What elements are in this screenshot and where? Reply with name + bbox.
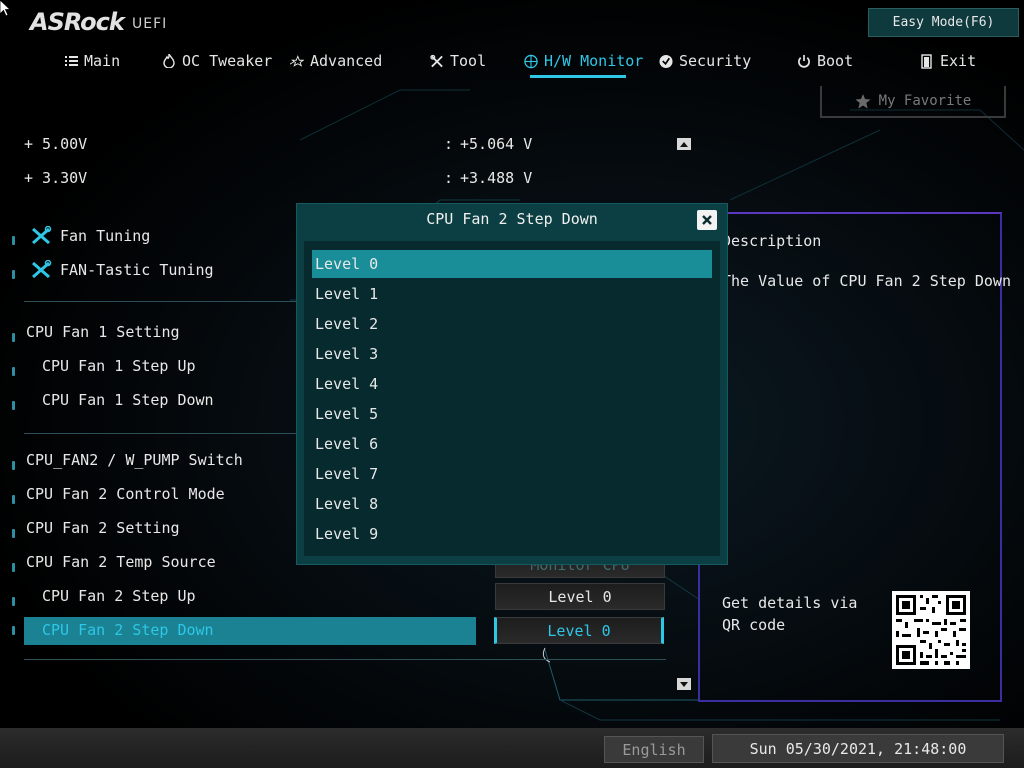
row-marker xyxy=(12,495,15,504)
tab-security[interactable]: Security xyxy=(659,50,751,72)
option-level-8[interactable]: Level 8 xyxy=(312,490,712,518)
dialog-title: CPU Fan 2 Step Down xyxy=(426,210,598,228)
tab-tool[interactable]: Tool xyxy=(430,50,486,72)
my-favorite-label: My Favorite xyxy=(878,93,972,109)
wrench-icon xyxy=(32,226,52,245)
voltage-5v-label: + 5.00V xyxy=(24,135,88,153)
tools-icon xyxy=(430,54,444,68)
tab-main-label: Main xyxy=(84,52,121,70)
cpu-fan2-temp-source[interactable]: CPU Fan 2 Temp Source xyxy=(26,553,216,571)
star-icon xyxy=(855,93,871,108)
cpu-fan2-setting[interactable]: CPU Fan 2 Setting xyxy=(26,519,180,537)
brand-logo: ASRock xyxy=(30,8,125,36)
option-level-4[interactable]: Level 4 xyxy=(312,370,712,398)
voltage-5v-value: +5.064 V xyxy=(460,135,533,153)
voltage-3v3-label: + 3.30V xyxy=(24,169,88,187)
row-marker xyxy=(12,461,15,470)
step-up-value[interactable]: Level 0 xyxy=(495,583,665,610)
fantastic-tuning-label: FAN-Tastic Tuning xyxy=(60,261,214,279)
close-icon[interactable] xyxy=(697,210,717,230)
row-marker xyxy=(12,529,15,538)
fan-tuning-label: Fan Tuning xyxy=(60,227,151,245)
fantastic-tuning-item[interactable]: FAN-Tastic Tuning xyxy=(30,260,214,280)
shield-icon xyxy=(659,54,673,68)
tab-tool-label: Tool xyxy=(450,52,487,70)
active-tab-indicator xyxy=(530,75,626,78)
qr-code xyxy=(892,591,970,669)
wrench-icon xyxy=(32,260,52,279)
cpu-fan1-setting[interactable]: CPU Fan 1 Setting xyxy=(26,323,180,341)
tab-exit[interactable]: Exit xyxy=(920,50,976,72)
tab-advanced[interactable]: Advanced xyxy=(290,50,382,72)
row-marker xyxy=(12,367,15,376)
exit-icon xyxy=(920,53,934,69)
divider xyxy=(24,433,296,434)
option-level-9[interactable]: Level 9 xyxy=(312,520,712,548)
divider xyxy=(24,301,296,302)
row-marker xyxy=(12,401,15,410)
description-title: Description xyxy=(722,232,822,250)
tab-hw-monitor[interactable]: H/W Monitor xyxy=(524,50,643,72)
tab-oc-tweaker[interactable]: OC Tweaker xyxy=(162,50,272,72)
brand-logo-sub: UEFI xyxy=(132,16,168,32)
list-icon xyxy=(64,54,78,68)
cpu-fan2-pump-switch[interactable]: CPU_FAN2 / W_PUMP Switch xyxy=(26,451,243,469)
flame-icon xyxy=(162,54,176,68)
tab-oc-tweaker-label: OC Tweaker xyxy=(182,52,273,70)
option-level-2[interactable]: Level 2 xyxy=(312,310,712,338)
row-marker xyxy=(12,270,15,279)
option-level-6[interactable]: Level 6 xyxy=(312,430,712,458)
cpu-fan2-step-down[interactable]: CPU Fan 2 Step Down xyxy=(42,621,214,639)
voltage-3v3-sep: : xyxy=(444,169,454,187)
my-favorite-button[interactable]: My Favorite xyxy=(820,86,1006,118)
tab-hw-monitor-label: H/W Monitor xyxy=(544,52,644,70)
tab-boot-label: Boot xyxy=(817,52,854,70)
row-marker xyxy=(12,333,15,342)
cpu-fan1-step-down[interactable]: CPU Fan 1 Step Down xyxy=(42,391,214,409)
star-icon xyxy=(290,54,304,68)
step-down-value[interactable]: Level 0 xyxy=(494,617,664,644)
cpu-fan2-step-up[interactable]: CPU Fan 2 Step Up xyxy=(42,587,196,605)
scroll-up-arrow-icon[interactable] xyxy=(677,138,691,150)
cpu-fan1-step-up[interactable]: CPU Fan 1 Step Up xyxy=(42,357,196,375)
cpu-fan2-control-mode[interactable]: CPU Fan 2 Control Mode xyxy=(26,485,225,503)
tab-security-label: Security xyxy=(679,52,752,70)
tab-main[interactable]: Main xyxy=(64,50,120,72)
qr-code-icon xyxy=(896,595,966,665)
description-text: The Value of CPU Fan 2 Step Down xyxy=(722,272,1011,290)
row-marker xyxy=(12,563,15,572)
tab-advanced-label: Advanced xyxy=(310,52,383,70)
easy-mode-button[interactable]: Easy Mode(F6) xyxy=(868,8,1019,37)
option-level-0[interactable]: Level 0 xyxy=(312,250,712,278)
mouse-cursor-icon xyxy=(0,0,12,17)
qr-caption: Get details via QR code xyxy=(722,594,858,634)
divider xyxy=(24,659,666,660)
power-icon xyxy=(797,54,811,68)
row-marker xyxy=(12,597,15,606)
option-level-7[interactable]: Level 7 xyxy=(312,460,712,488)
bios-screen: ASRock UEFI Easy Mode(F6) Main OC Tweake… xyxy=(0,0,1024,768)
voltage-3v3-value: +3.488 V xyxy=(460,169,533,187)
monitor-icon xyxy=(524,54,538,68)
datetime-display: Sun 05/30/2021, 21:48:00 xyxy=(712,734,1004,763)
language-button[interactable]: English xyxy=(604,736,704,763)
row-marker xyxy=(12,626,15,635)
row-marker xyxy=(12,236,15,245)
tab-boot[interactable]: Boot xyxy=(797,50,853,72)
option-level-5[interactable]: Level 5 xyxy=(312,400,712,428)
fan-tuning-item[interactable]: Fan Tuning xyxy=(30,226,150,246)
voltage-5v-sep: : xyxy=(444,135,454,153)
option-level-1[interactable]: Level 1 xyxy=(312,280,712,308)
tab-exit-label: Exit xyxy=(940,52,977,70)
option-level-3[interactable]: Level 3 xyxy=(312,340,712,368)
scroll-down-arrow-icon[interactable] xyxy=(677,678,691,690)
